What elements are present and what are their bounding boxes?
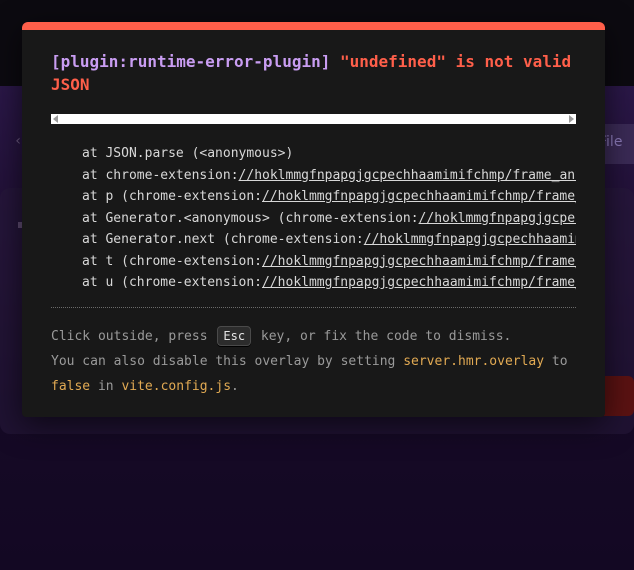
config-value: false xyxy=(51,378,91,394)
stack-text: at JSON.parse (<anonymous>) xyxy=(82,146,294,161)
error-overlay[interactable]: [plugin:runtime-error-plugin] "undefined… xyxy=(22,22,605,417)
stack-line: at Generator.<anonymous> (chrome-extensi… xyxy=(82,208,576,230)
tip-text: in xyxy=(97,378,114,394)
stack-line: at p (chrome-extension://hoklmmgfnpapgjg… xyxy=(82,186,576,208)
tip-text: You can also disable this overlay by set… xyxy=(51,353,396,369)
stack-line: at chrome-extension://hoklmmgfnpapgjgcpe… xyxy=(82,165,576,187)
tip-text: key, or fix the code to dismiss. xyxy=(260,328,512,344)
config-file: vite.config.js xyxy=(121,378,232,394)
stack-line: at JSON.parse (<anonymous>) xyxy=(82,143,576,165)
tip-text: . xyxy=(231,378,239,394)
plugin-name: [plugin:runtime-error-plugin] xyxy=(51,52,331,71)
stack-file-link[interactable]: //hoklmmgfnpapgjgcpechhaamimifchmp/frame xyxy=(364,232,576,247)
stack-line: at t (chrome-extension://hoklmmgfnpapgjg… xyxy=(82,251,576,273)
tip-text: Click outside, press xyxy=(51,328,208,344)
esc-key: Esc xyxy=(217,325,252,346)
stack-text: at u (chrome-extension: xyxy=(82,275,263,290)
scroll-left-icon[interactable] xyxy=(53,115,58,123)
stack-file-link[interactable]: //hoklmmgfnpapgjgcpechhaamimifchmp/frame xyxy=(419,211,576,226)
error-message-text-line2: JSON xyxy=(51,75,90,94)
error-message-text: "undefined" is not valid xyxy=(330,52,572,71)
scroll-right-icon[interactable] xyxy=(569,115,574,123)
config-key: server.hmr.overlay xyxy=(403,353,545,369)
stack-text: at Generator.<anonymous> (chrome-extensi… xyxy=(82,210,419,226)
stack-text: at t (chrome-extension: xyxy=(82,253,263,269)
stack-file-link[interactable]: //hoklmmgfnpapgjgcpechhaamimifchmp/frame… xyxy=(262,275,576,290)
stack-trace: at JSON.parse (<anonymous>) at chrome-ex… xyxy=(51,143,576,294)
stack-line: at Generator.next (chrome-extension://ho… xyxy=(82,229,576,251)
tip-line-3: false in vite.config.js. xyxy=(51,374,576,399)
stack-text: at p (chrome-extension: xyxy=(82,189,263,204)
stack-text: at Generator.next (chrome-extension: xyxy=(82,232,364,247)
error-message: [plugin:runtime-error-plugin] "undefined… xyxy=(51,50,576,96)
divider xyxy=(51,306,576,308)
stack-file-link[interactable]: //hoklmmgfnpapgjgcpechhaamimifchmp/frame… xyxy=(262,189,576,204)
dismiss-tip: Click outside, press Esc key, or fix the… xyxy=(51,324,576,399)
tip-line-1: Click outside, press Esc key, or fix the… xyxy=(51,324,576,349)
horizontal-scrollbar[interactable] xyxy=(51,114,576,124)
stack-text: at chrome-extension: xyxy=(82,167,239,183)
stack-line: at u (chrome-extension://hoklmmgfnpapgjg… xyxy=(82,272,576,294)
stack-file-link[interactable]: //hoklmmgfnpapgjgcpechhaamimifchmp/frame… xyxy=(262,254,576,269)
tip-text: to xyxy=(551,353,568,369)
tip-line-2: You can also disable this overlay by set… xyxy=(51,349,576,374)
stack-file-link[interactable]: //hoklmmgfnpapgjgcpechhaamimifchmp/frame… xyxy=(239,168,576,183)
